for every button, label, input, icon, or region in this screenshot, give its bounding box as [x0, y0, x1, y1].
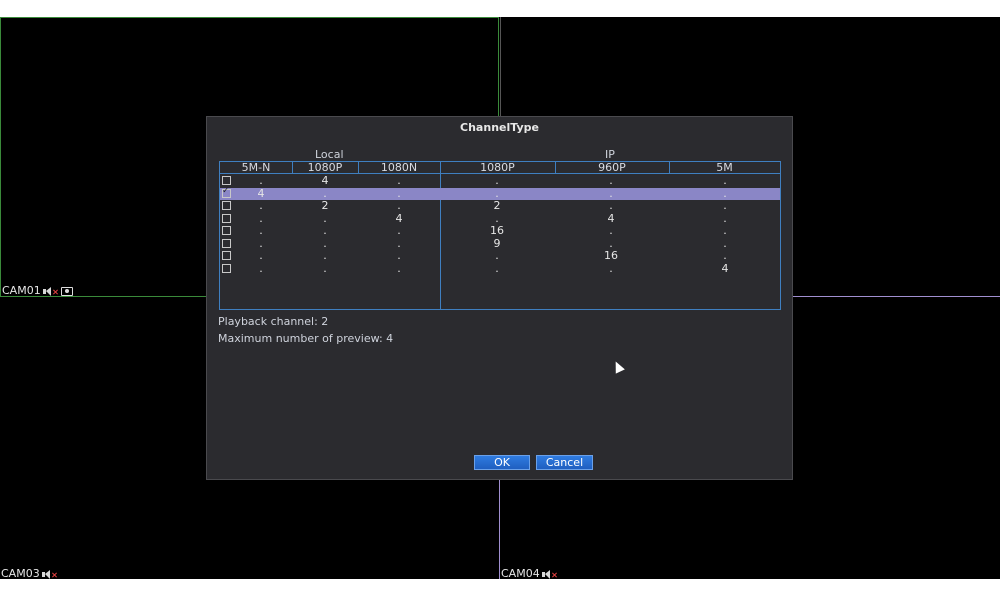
col-header-1080n: 1080N [358, 162, 440, 174]
dialog-title: ChannelType [460, 121, 539, 134]
divider [555, 162, 556, 174]
table-cell: . [323, 261, 327, 275]
col-header-local-1080p: 1080P [292, 162, 358, 174]
record-icon [60, 286, 73, 296]
divider [358, 162, 359, 174]
table-cell: . [397, 249, 401, 262]
table-cell: . [609, 174, 613, 187]
table-cell: . [259, 174, 263, 187]
mute-icon [552, 572, 557, 577]
table-row[interactable]: .. 4. 4. [220, 211, 780, 225]
table-row[interactable]: .... 16. [220, 250, 780, 262]
table-cell: . [397, 236, 401, 250]
table-cell: . [259, 224, 263, 237]
row-checkbox[interactable] [222, 263, 231, 273]
table-row[interactable]: ... 9.. [220, 236, 780, 250]
table-row[interactable]: 4..... [220, 186, 780, 200]
table-cell: . [495, 211, 499, 225]
table-cell: . [609, 224, 613, 237]
col-header-5m: 5M [669, 162, 780, 174]
cam-name: CAM01 [2, 284, 41, 297]
table-cell: . [723, 174, 727, 187]
speaker-icon [41, 569, 51, 579]
cancel-button[interactable]: Cancel [536, 455, 593, 470]
table-cell: 4 [721, 261, 729, 275]
divider [669, 162, 670, 174]
table-cell: . [495, 249, 499, 262]
table-cell: . [259, 236, 263, 250]
table-cell: . [397, 174, 401, 187]
table-cell: . [397, 186, 401, 200]
cam-name: CAM04 [501, 567, 540, 580]
row-checkbox[interactable] [222, 226, 231, 235]
col-header-ip-1080p: 1080P [440, 162, 555, 174]
table-cell: 2 [493, 199, 501, 212]
group-local-label: Local [315, 148, 344, 161]
table-cell: . [323, 211, 327, 225]
cam-label: CAM03 [1, 568, 57, 579]
max-preview-text: Maximum number of preview: 4 [218, 332, 394, 345]
table-cell: . [609, 186, 613, 200]
table-cell: . [259, 199, 263, 212]
table-cell: 16 [604, 249, 618, 262]
table-row[interactable]: ..... 4 [220, 261, 780, 275]
playback-channel-text: Playback channel: 2 [218, 315, 329, 328]
table-cell: . [723, 211, 727, 225]
table-cell: . [723, 224, 727, 237]
table-cell: . [495, 174, 499, 187]
speaker-icon [541, 569, 551, 579]
table-cell: . [323, 186, 327, 200]
table-cell: . [259, 249, 263, 262]
table-cell: . [609, 236, 613, 250]
row-checkbox[interactable] [222, 251, 231, 260]
table-cell: . [323, 236, 327, 250]
table-cell: 4 [321, 174, 329, 187]
cam-label: CAM04 [501, 568, 557, 579]
table-cell: 9 [493, 236, 501, 250]
table-row[interactable]: ... 16.. [220, 225, 780, 237]
channel-type-dialog: ChannelType Local IP 5M-N 1080P 1080N 10… [206, 116, 793, 480]
table-cell: . [323, 224, 327, 237]
table-cell: . [259, 261, 263, 275]
table-cell: 16 [490, 224, 504, 237]
table-cell: 4 [257, 186, 265, 200]
group-ip-label: IP [605, 148, 615, 161]
table-cell: . [397, 199, 401, 212]
table-row[interactable]: . 2. 2.. [220, 200, 780, 212]
table-cell: . [723, 186, 727, 200]
table-cell: 4 [607, 211, 615, 225]
mute-icon [52, 572, 57, 577]
speaker-icon [42, 286, 52, 296]
row-checkbox[interactable] [222, 201, 231, 210]
mute-icon [53, 289, 58, 294]
table-cell: 2 [321, 199, 329, 212]
cam-label: CAM01 [2, 285, 73, 297]
table-cell: . [723, 249, 727, 262]
table-cell: . [397, 224, 401, 237]
row-checkbox[interactable] [222, 213, 231, 223]
row-checkbox[interactable] [222, 176, 231, 185]
table-cell: . [609, 261, 613, 275]
table-cell: . [723, 236, 727, 250]
channel-table: 5M-N 1080P 1080N 1080P 960P 5M .4....4..… [219, 161, 781, 310]
table-cell: . [495, 261, 499, 275]
row-checkbox[interactable] [222, 238, 231, 248]
table-cell: 4 [395, 211, 403, 225]
col-header-5mn: 5M-N [220, 162, 292, 174]
table-cell: . [495, 186, 499, 200]
divider [292, 162, 293, 174]
table-cell: . [723, 199, 727, 212]
cam-name: CAM03 [1, 567, 40, 580]
table-cell: . [259, 211, 263, 225]
table-row[interactable]: . 4.... [220, 175, 780, 187]
ok-button[interactable]: OK [474, 455, 530, 470]
table-cell: . [609, 199, 613, 212]
table-cell: . [323, 249, 327, 262]
row-checkbox[interactable] [222, 186, 231, 198]
table-cell: . [397, 261, 401, 275]
col-header-960p: 960P [555, 162, 669, 174]
